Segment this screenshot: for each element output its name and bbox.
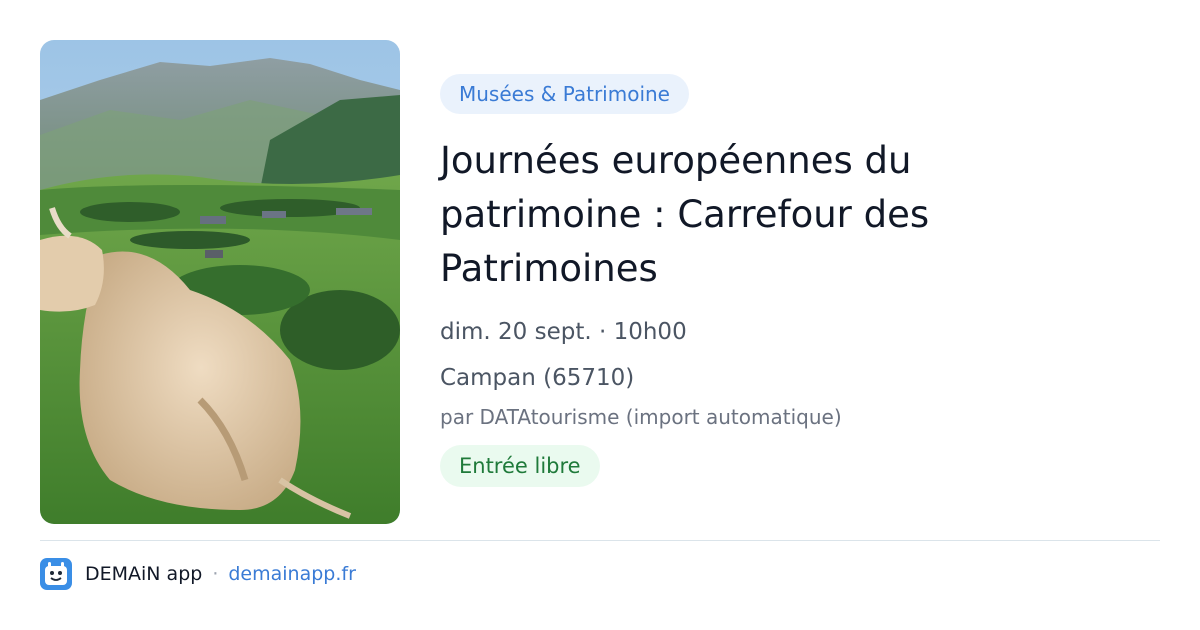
event-source: par DATAtourisme (import automatique): [440, 405, 842, 429]
event-details: Musées & Patrimoine Journées européennes…: [440, 74, 1160, 487]
app-logo-icon: [40, 558, 72, 590]
price-badge: Entrée libre: [440, 445, 600, 487]
category-badge[interactable]: Musées & Patrimoine: [440, 74, 689, 114]
event-photo: [40, 40, 400, 524]
event-title[interactable]: Journées européennes du patrimoine : Car…: [440, 134, 1040, 296]
event-datetime: dim. 20 sept. · 10h00: [440, 319, 687, 345]
app-domain-link[interactable]: demainapp.fr: [228, 563, 356, 585]
app-name: DEMAiN app: [85, 563, 203, 585]
footer-divider: [40, 540, 1160, 541]
footer-separator: ·: [212, 563, 219, 585]
event-location: Campan (65710): [440, 365, 635, 391]
footer: DEMAiN app · demainapp.fr: [40, 558, 356, 590]
